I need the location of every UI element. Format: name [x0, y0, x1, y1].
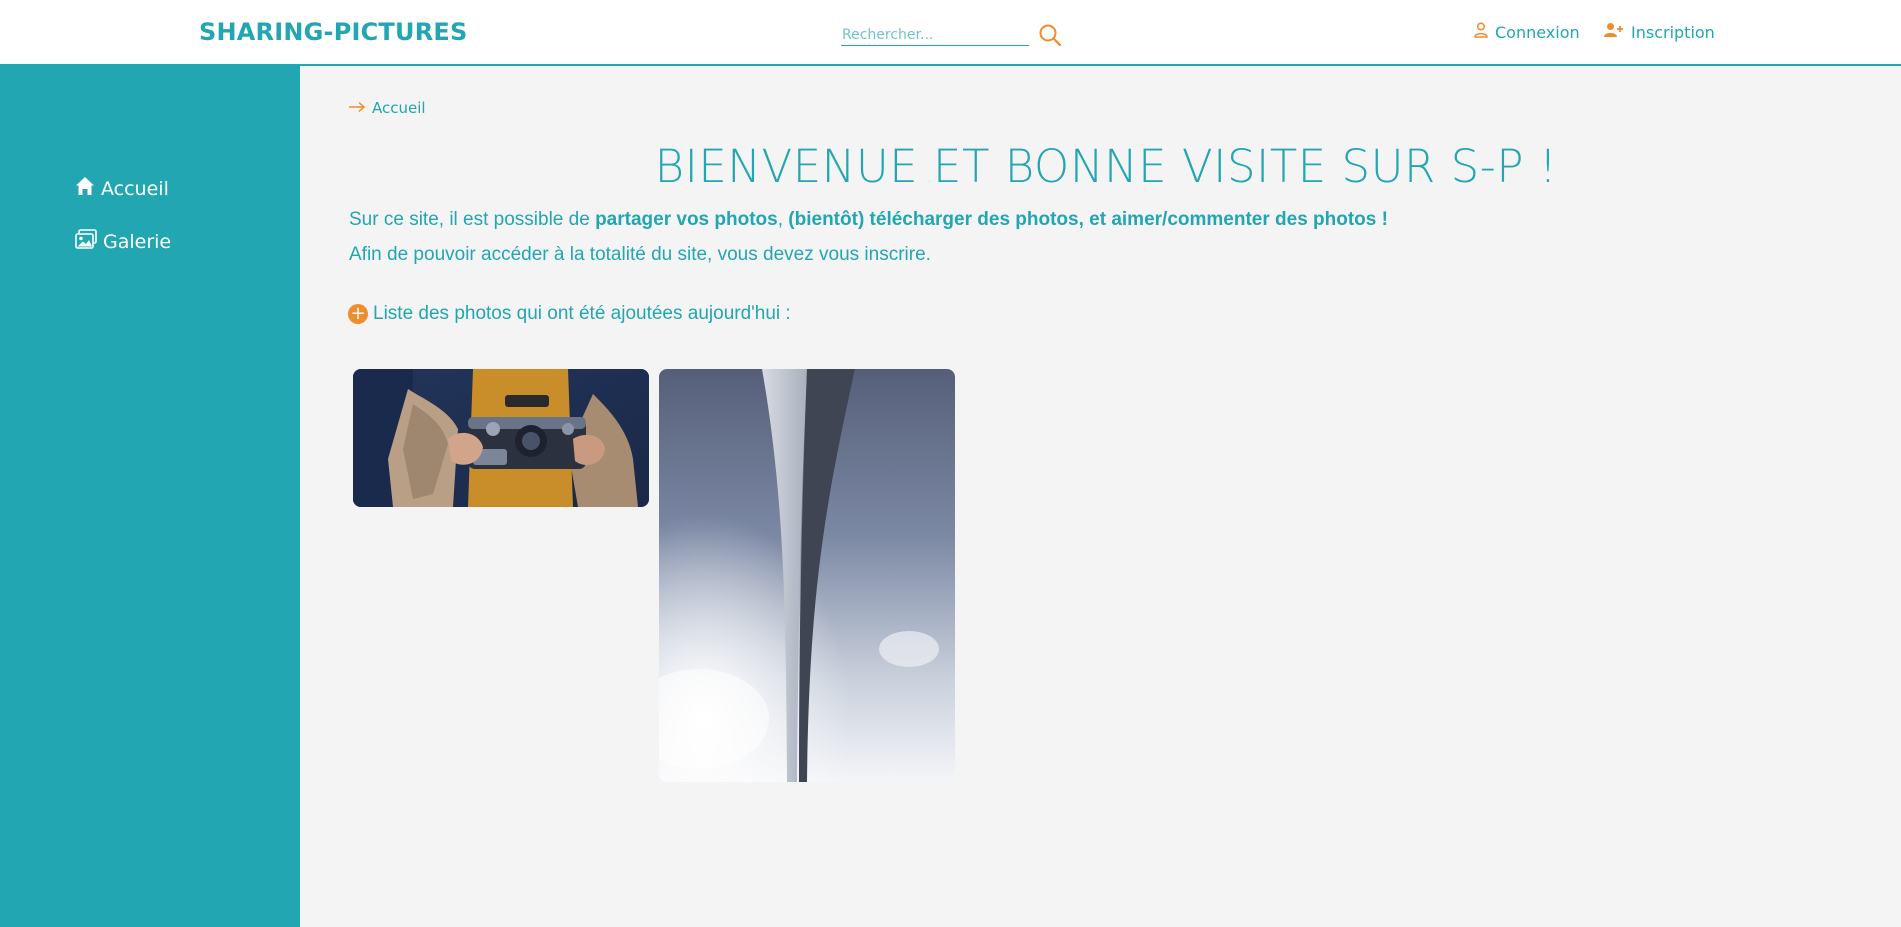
main-content: Accueil BIENVENUE ET BONNE VISITE SUR S-… — [300, 66, 1901, 927]
camera-in-hands-photo — [353, 369, 649, 507]
intro-text: Sur ce site, il est possible de partager… — [349, 202, 1388, 272]
gallery-icon — [75, 229, 97, 254]
tall-tower-sky-photo — [659, 369, 955, 782]
signup-link[interactable]: Inscription — [1604, 22, 1715, 42]
sidebar-item-label: Accueil — [101, 177, 169, 200]
login-link[interactable]: Connexion — [1474, 22, 1580, 42]
sidebar: Accueil Galerie — [0, 66, 300, 927]
breadcrumb-home-link[interactable]: Accueil — [372, 99, 426, 117]
arrow-right-icon — [348, 99, 366, 117]
intro-line-1: Sur ce site, il est possible de partager… — [349, 209, 1388, 230]
sidebar-item-label: Galerie — [103, 230, 172, 253]
today-photos-heading: + Liste des photos qui ont été ajoutées … — [348, 303, 791, 325]
user-plus-icon — [1604, 22, 1624, 42]
home-icon — [75, 176, 95, 201]
breadcrumb: Accueil — [348, 99, 426, 117]
photo-thumbnail-camera[interactable] — [353, 369, 649, 507]
signup-label: Inscription — [1631, 22, 1715, 42]
login-label: Connexion — [1495, 22, 1580, 42]
today-photos-label: Liste des photos qui ont été ajoutées au… — [373, 303, 791, 324]
search-input[interactable] — [841, 24, 1029, 46]
photo-thumbnail-tower[interactable] — [659, 369, 955, 782]
sidebar-item-home[interactable]: Accueil — [75, 176, 169, 201]
search-form — [841, 20, 1062, 50]
plus-circle-icon: + — [348, 304, 368, 324]
top-navbar: SHARING-PICTURES Connexion Inscription — [0, 0, 1901, 66]
page-title: BIENVENUE ET BONNE VISITE SUR S-P ! — [654, 140, 1558, 193]
intro-line-2: Afin de pouvoir accéder à la totalité du… — [349, 244, 931, 265]
site-logo[interactable]: SHARING-PICTURES — [199, 18, 467, 46]
user-icon — [1474, 22, 1488, 42]
search-icon[interactable] — [1035, 20, 1065, 50]
sidebar-item-gallery[interactable]: Galerie — [75, 229, 171, 254]
